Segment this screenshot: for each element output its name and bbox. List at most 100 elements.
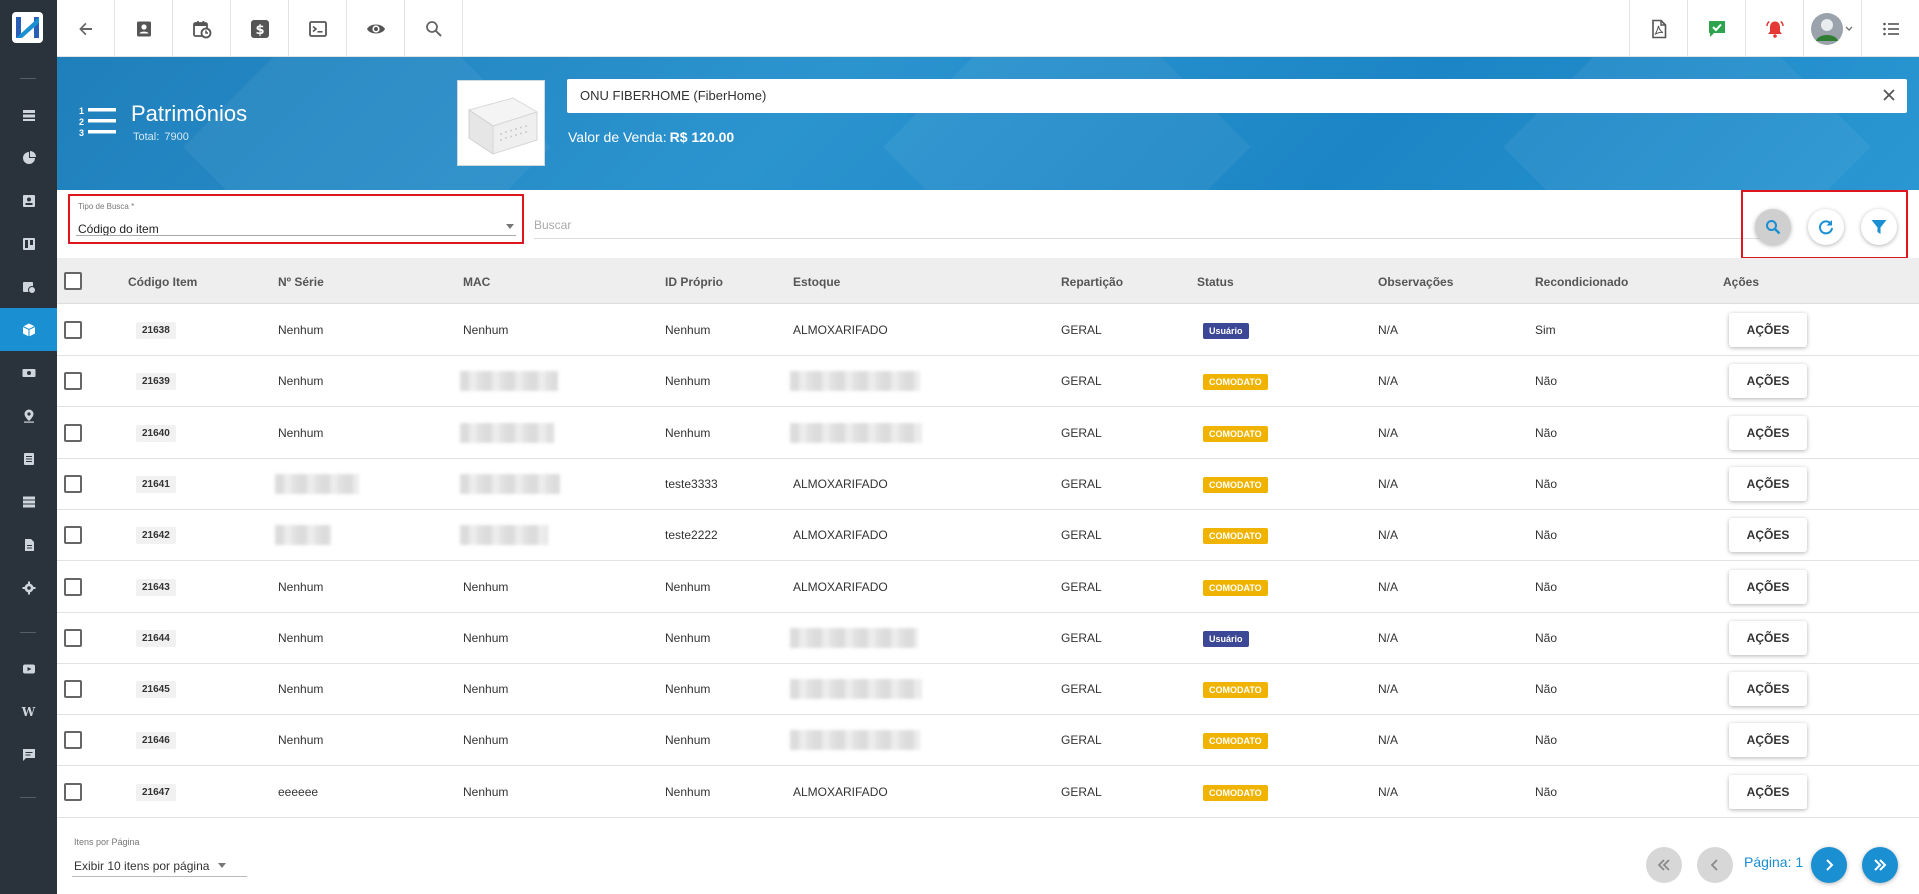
sidebar-item-map[interactable] <box>0 394 57 437</box>
sidebar-item-videos[interactable] <box>0 647 57 690</box>
column-header[interactable]: ID Próprio <box>665 275 723 289</box>
row-checkbox[interactable] <box>64 526 82 545</box>
status-badge: COMODATO <box>1203 579 1268 596</box>
column-header[interactable]: Estoque <box>793 275 840 289</box>
table-row[interactable]: 21640 Nenhum Nenhum GERAL COMODATO N/A Não AÇÕE… <box>57 407 1919 459</box>
status-badge: COMODATO <box>1203 682 1268 699</box>
menu-button[interactable] <box>1861 0 1919 57</box>
row-checkbox[interactable] <box>64 321 82 339</box>
actions-button[interactable]: AÇÕES <box>1729 672 1807 707</box>
search-input[interactable]: Buscar <box>534 209 1784 239</box>
column-header[interactable]: Código Item <box>128 275 197 289</box>
sidebar-item-schedule[interactable] <box>0 265 57 308</box>
tasks-button[interactable] <box>1687 0 1745 57</box>
sidebar-item-documents[interactable] <box>0 437 57 480</box>
view-button[interactable] <box>347 0 405 57</box>
row-checkbox[interactable] <box>64 372 82 391</box>
actions-button[interactable]: AÇÕES <box>1729 518 1807 553</box>
schedule-button[interactable] <box>173 0 231 57</box>
user-menu[interactable] <box>1803 0 1861 57</box>
row-checkbox[interactable] <box>64 474 82 493</box>
table-row[interactable]: 21641 teste3333 ALMOXARIFADO GERAL COMODATO N… <box>57 458 1919 510</box>
sidebar-item-servers[interactable] <box>0 480 57 523</box>
sidebar-item-assets[interactable] <box>0 308 57 351</box>
stock-cell: ALMOXARIFADO <box>793 528 888 543</box>
table-row[interactable]: 21643 Nenhum Nenhum Nenhum ALMOXARIFADO GERAL… <box>57 561 1919 613</box>
notes-cell: N/A <box>1378 323 1399 337</box>
caret-down-icon[interactable] <box>218 863 226 868</box>
table-row[interactable]: 21638 Nenhum Nenhum Nenhum ALMOXARIFADO GERAL… <box>57 305 1919 356</box>
table-row[interactable]: 21647 eeeeee Nenhum Nenhum ALMOXARIFADO GERAL… <box>57 766 1919 818</box>
actions-button[interactable]: AÇÕES <box>1729 774 1807 809</box>
column-header[interactable]: Status <box>1197 275 1234 289</box>
column-header[interactable]: Recondicionado <box>1535 275 1628 289</box>
column-header[interactable]: Observações <box>1378 275 1453 289</box>
items-per-page-select[interactable]: Exibir 10 itens por página <box>74 859 209 873</box>
selected-product-field[interactable]: ONU FIBERHOME (FiberHome) <box>567 79 1907 113</box>
row-checkbox[interactable] <box>64 577 82 596</box>
select-all-checkbox[interactable] <box>64 272 82 290</box>
actions-button[interactable]: AÇÕES <box>1729 569 1807 604</box>
serial-cell: eeeeee <box>278 784 319 799</box>
table-row[interactable]: 21642 teste2222 ALMOXARIFADO GERAL COMODATO N… <box>57 510 1919 562</box>
notes-cell: N/A <box>1378 579 1399 594</box>
department-cell: GERAL <box>1061 425 1102 440</box>
price-label: Valor de Venda: <box>568 129 667 145</box>
row-checkbox[interactable] <box>64 628 82 647</box>
total-value: 7900 <box>164 131 189 143</box>
price-value: R$ 120.00 <box>669 129 735 145</box>
sidebar-item-settings[interactable] <box>0 566 57 609</box>
column-header[interactable]: MAC <box>463 275 490 289</box>
close-icon[interactable] <box>1881 87 1897 103</box>
status-badge: COMODATO <box>1203 425 1268 442</box>
notes-cell: N/A <box>1378 374 1399 389</box>
sidebar-item-reports[interactable] <box>0 136 57 179</box>
sidebar-item-files[interactable] <box>0 523 57 566</box>
column-header[interactable]: Repartição <box>1061 275 1123 289</box>
table-row[interactable]: 21646 Nenhum Nenhum Nenhum GERAL COMODATO N/A N… <box>57 715 1919 767</box>
row-checkbox[interactable] <box>64 423 82 442</box>
app-logo[interactable] <box>12 12 43 43</box>
sidebar-item-clients[interactable] <box>0 179 57 222</box>
chevron-left-icon <box>1710 859 1718 871</box>
item-code-chip: 21646 <box>136 732 176 750</box>
reconditioned-cell: Não <box>1535 425 1558 440</box>
actions-button[interactable]: AÇÕES <box>1729 466 1807 501</box>
actions-button[interactable]: AÇÕES <box>1729 723 1807 758</box>
last-page-button[interactable] <box>1862 847 1898 883</box>
finance-button[interactable]: $ <box>231 0 289 57</box>
search-button[interactable] <box>405 0 463 57</box>
sidebar-item-boards[interactable] <box>0 222 57 265</box>
terminal-button[interactable] <box>289 0 347 57</box>
table-row[interactable]: 21645 Nenhum Nenhum Nenhum GERAL COMODATO N/A N… <box>57 664 1919 716</box>
back-button[interactable] <box>57 0 115 57</box>
row-checkbox[interactable] <box>64 680 82 699</box>
column-header[interactable]: Nº Série <box>278 275 324 289</box>
actions-button[interactable]: AÇÕES <box>1729 415 1807 450</box>
contacts-button[interactable] <box>115 0 173 57</box>
actions-button[interactable]: AÇÕES <box>1729 364 1807 399</box>
filter-button[interactable] <box>1861 209 1897 245</box>
refresh-button[interactable] <box>1808 209 1844 245</box>
sidebar-item-chat[interactable] <box>0 733 57 776</box>
next-page-button[interactable] <box>1811 847 1847 883</box>
pdf-button[interactable] <box>1629 0 1687 57</box>
sidebar-item-finance[interactable] <box>0 351 57 394</box>
notifications-button[interactable] <box>1745 0 1803 57</box>
previous-page-button[interactable] <box>1697 847 1733 883</box>
row-checkbox[interactable] <box>64 782 82 801</box>
actions-button[interactable]: AÇÕES <box>1729 313 1807 347</box>
actions-button[interactable]: AÇÕES <box>1729 620 1807 655</box>
search-submit-button[interactable] <box>1755 209 1791 245</box>
table-row[interactable]: 21644 Nenhum Nenhum Nenhum GERAL Usuário N/A Nã… <box>57 612 1919 664</box>
table-row[interactable]: 21639 Nenhum Nenhum GERAL COMODATO N/A Não AÇÕE… <box>57 356 1919 408</box>
sidebar-item-dashboard[interactable] <box>0 93 57 136</box>
column-header[interactable]: Ações <box>1723 275 1759 289</box>
sidebar: W <box>0 0 57 894</box>
first-page-button[interactable] <box>1646 847 1682 883</box>
sidebar-item-wiki[interactable]: W <box>0 690 57 733</box>
row-checkbox[interactable] <box>64 731 82 750</box>
notes-cell: N/A <box>1378 784 1399 799</box>
mac-redacted <box>460 422 554 443</box>
search-type-select[interactable]: Tipo de Busca * Código do item <box>68 194 524 244</box>
